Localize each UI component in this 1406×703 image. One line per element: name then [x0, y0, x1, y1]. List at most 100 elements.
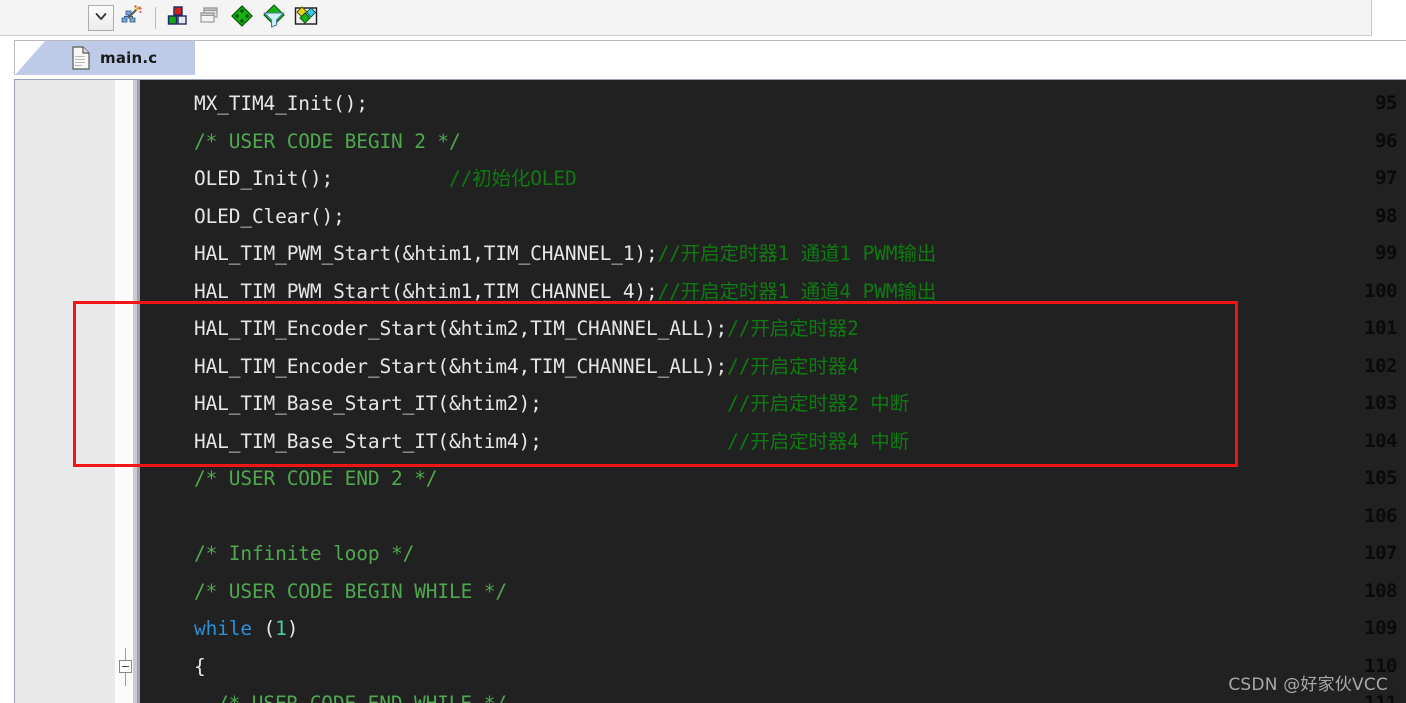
code-line[interactable]: HAL_TIM_PWM_Start(&htim1,TIM_CHANNEL_4);…: [140, 273, 936, 311]
code-row: 110{: [15, 647, 1406, 686]
code-token: HAL_TIM_PWM_Start(&htim1,TIM_CHANNEL_4);: [194, 279, 658, 303]
code-line[interactable]: HAL_TIM_Encoder_Start(&htim2,TIM_CHANNEL…: [140, 310, 859, 348]
code-token: HAL_TIM_Base_Start_IT(&htim2);: [194, 392, 728, 415]
code-token: MX_TIM4_Init();: [194, 92, 368, 115]
code-row: 108 /* USER CODE BEGIN WHILE */: [15, 573, 1406, 611]
watermark: CSDN @好家伙VCC: [1228, 675, 1388, 695]
code-token: //开启定时器1 通道4 PWM输出: [657, 279, 937, 303]
code-row: 100 HAL_TIM_PWM_Start(&htim1,TIM_CHANNEL_…: [15, 273, 1406, 311]
code-token: OLED_Clear();: [194, 204, 345, 228]
colored-blocks-icon: [166, 4, 190, 32]
code-token: /* USER CODE BEGIN 2 */: [194, 129, 461, 153]
code-line[interactable]: {: [140, 648, 206, 686]
code-row: 97 OLED_Init(); //初始化OLED: [15, 160, 1406, 198]
tab-strip-inner: main.c: [14, 40, 1406, 75]
code-row: 99 HAL_TIM_PWM_Start(&htim1,TIM_CHANNEL_1…: [15, 235, 1406, 273]
code-token: 1: [275, 617, 287, 640]
code-line[interactable]: OLED_Clear();: [140, 198, 345, 236]
green-diamond-button[interactable]: [227, 4, 257, 32]
code-line[interactable]: HAL_TIM_Encoder_Start(&htim4,TIM_CHANNEL…: [140, 348, 859, 386]
line-number: 101: [1364, 317, 1397, 339]
code-line[interactable]: /* USER CODE END 2 */: [140, 460, 438, 498]
code-token: //初始化OLED: [448, 167, 577, 190]
code-row: 106: [15, 498, 1406, 536]
multi-diamond-button[interactable]: [291, 4, 321, 32]
green-diamond-icon: [230, 4, 254, 32]
line-number: 108: [1364, 579, 1397, 602]
code-token: /* USER CODE END 2 */: [194, 467, 438, 490]
line-number: 107: [1364, 542, 1397, 564]
dropdown-arrow-button[interactable]: [88, 4, 114, 31]
magic-wand-icon: [119, 4, 143, 32]
code-line[interactable]: HAL_TIM_Base_Start_IT(&htim2); //开启定时器2 …: [140, 385, 909, 423]
line-number: 99: [1375, 242, 1397, 264]
code-token: //开启定时器4: [727, 354, 859, 378]
code-row: 107 /* Infinite loop */: [15, 535, 1406, 573]
toolbar-group-1: [88, 0, 148, 35]
code-token: //开启定时器2 中断: [727, 392, 909, 415]
code-editor-window: main.c 95 MX_TIM4_Init(); 96 /* USER CODE B…: [0, 0, 1406, 703]
tab-strip: main.c: [0, 36, 1406, 75]
code-token: //开启定时器1 通道1 PWM输出: [657, 242, 937, 265]
toolbar-left-spacer: [0, 0, 88, 35]
line-number: 95: [1375, 92, 1397, 114]
code-line[interactable]: /* USER CODE BEGIN 2 */: [140, 123, 461, 161]
line-number: 106: [1364, 504, 1397, 527]
build-blocks-button[interactable]: [163, 4, 193, 32]
toolbar-separator: [155, 6, 156, 29]
fold-toggle[interactable]: [119, 647, 133, 686]
code-line[interactable]: HAL_TIM_Base_Start_IT(&htim4); //开启定时器4 …: [140, 423, 909, 461]
code-row: 102 HAL_TIM_Encoder_Start(&htim4,TIM_CHAN…: [15, 348, 1406, 386]
line-number: 103: [1364, 392, 1397, 414]
multi-diamond-icon: [294, 4, 318, 32]
code-token: ): [286, 617, 299, 640]
code-token: HAL_TIM_Encoder_Start(&htim4,TIM_CHANNEL…: [194, 354, 728, 378]
code-row: 96 /* USER CODE BEGIN 2 */: [15, 123, 1406, 161]
code-row: 105 /* USER CODE END 2 */: [15, 460, 1406, 498]
fold-line: [125, 672, 126, 686]
code-token: OLED_Init();: [194, 167, 449, 190]
filter-funnel-button[interactable]: [259, 3, 289, 32]
code-token: //开启定时器4 中断: [727, 429, 909, 453]
code-editor[interactable]: 95 MX_TIM4_Init(); 96 /* USER CODE BEGIN 2 …: [14, 79, 1406, 703]
toolbar-group-2: [163, 0, 323, 35]
line-number: 102: [1364, 354, 1397, 377]
line-number: 97: [1375, 167, 1397, 189]
stacked-windows-icon: [198, 4, 222, 32]
tab-main-c[interactable]: main.c: [15, 41, 195, 75]
magic-wand-button[interactable]: [116, 4, 146, 32]
code-line[interactable]: HAL_TIM_PWM_Start(&htim1,TIM_CHANNEL_1);…: [140, 235, 936, 273]
code-token: //开启定时器2: [727, 317, 859, 340]
code-row: 111/* USER CODE END WHILE */: [15, 685, 1406, 703]
code-line[interactable]: /* USER CODE BEGIN WHILE */: [140, 573, 507, 611]
code-token: /* USER CODE END WHILE */: [217, 692, 507, 703]
code-line[interactable]: OLED_Init(); //初始化OLED: [140, 160, 577, 198]
line-number: 96: [1375, 129, 1397, 152]
code-line[interactable]: /* USER CODE END WHILE */: [140, 685, 507, 703]
funnel-icon: [262, 3, 286, 32]
code-token: {: [194, 654, 206, 678]
code-token: HAL_TIM_PWM_Start(&htim1,TIM_CHANNEL_1);: [194, 242, 658, 265]
line-number: 109: [1364, 617, 1397, 639]
line-number: 100: [1364, 279, 1397, 302]
code-token: (: [251, 617, 276, 640]
toolbar-right-blank: [1372, 0, 1406, 36]
fold-collapse-icon[interactable]: [119, 659, 132, 673]
copy-windows-button[interactable]: [195, 4, 225, 32]
code-row: 104 HAL_TIM_Base_Start_IT(&htim4); //开启定时…: [15, 423, 1406, 461]
code-row: 103 HAL_TIM_Base_Start_IT(&htim2); //开启定时…: [15, 385, 1406, 423]
code-row: 98 OLED_Clear();: [15, 198, 1406, 236]
tab-label: main.c: [100, 49, 158, 67]
code-token: while: [194, 617, 252, 640]
code-row: 101 HAL_TIM_Encoder_Start(&htim2,TIM_CHAN…: [15, 310, 1406, 348]
code-token: /* Infinite loop */: [194, 542, 415, 565]
code-line[interactable]: while (1): [140, 610, 298, 648]
fold-line: [125, 647, 126, 660]
code-line[interactable]: MX_TIM4_Init();: [140, 85, 368, 123]
code-row: 109 while (1): [15, 610, 1406, 648]
code-line[interactable]: /* Infinite loop */: [140, 535, 414, 573]
line-number: 104: [1364, 429, 1397, 452]
toolbar: [0, 0, 1372, 36]
code-token: HAL_TIM_Base_Start_IT(&htim4);: [194, 429, 728, 453]
code-token: /* USER CODE BEGIN WHILE */: [194, 579, 507, 603]
